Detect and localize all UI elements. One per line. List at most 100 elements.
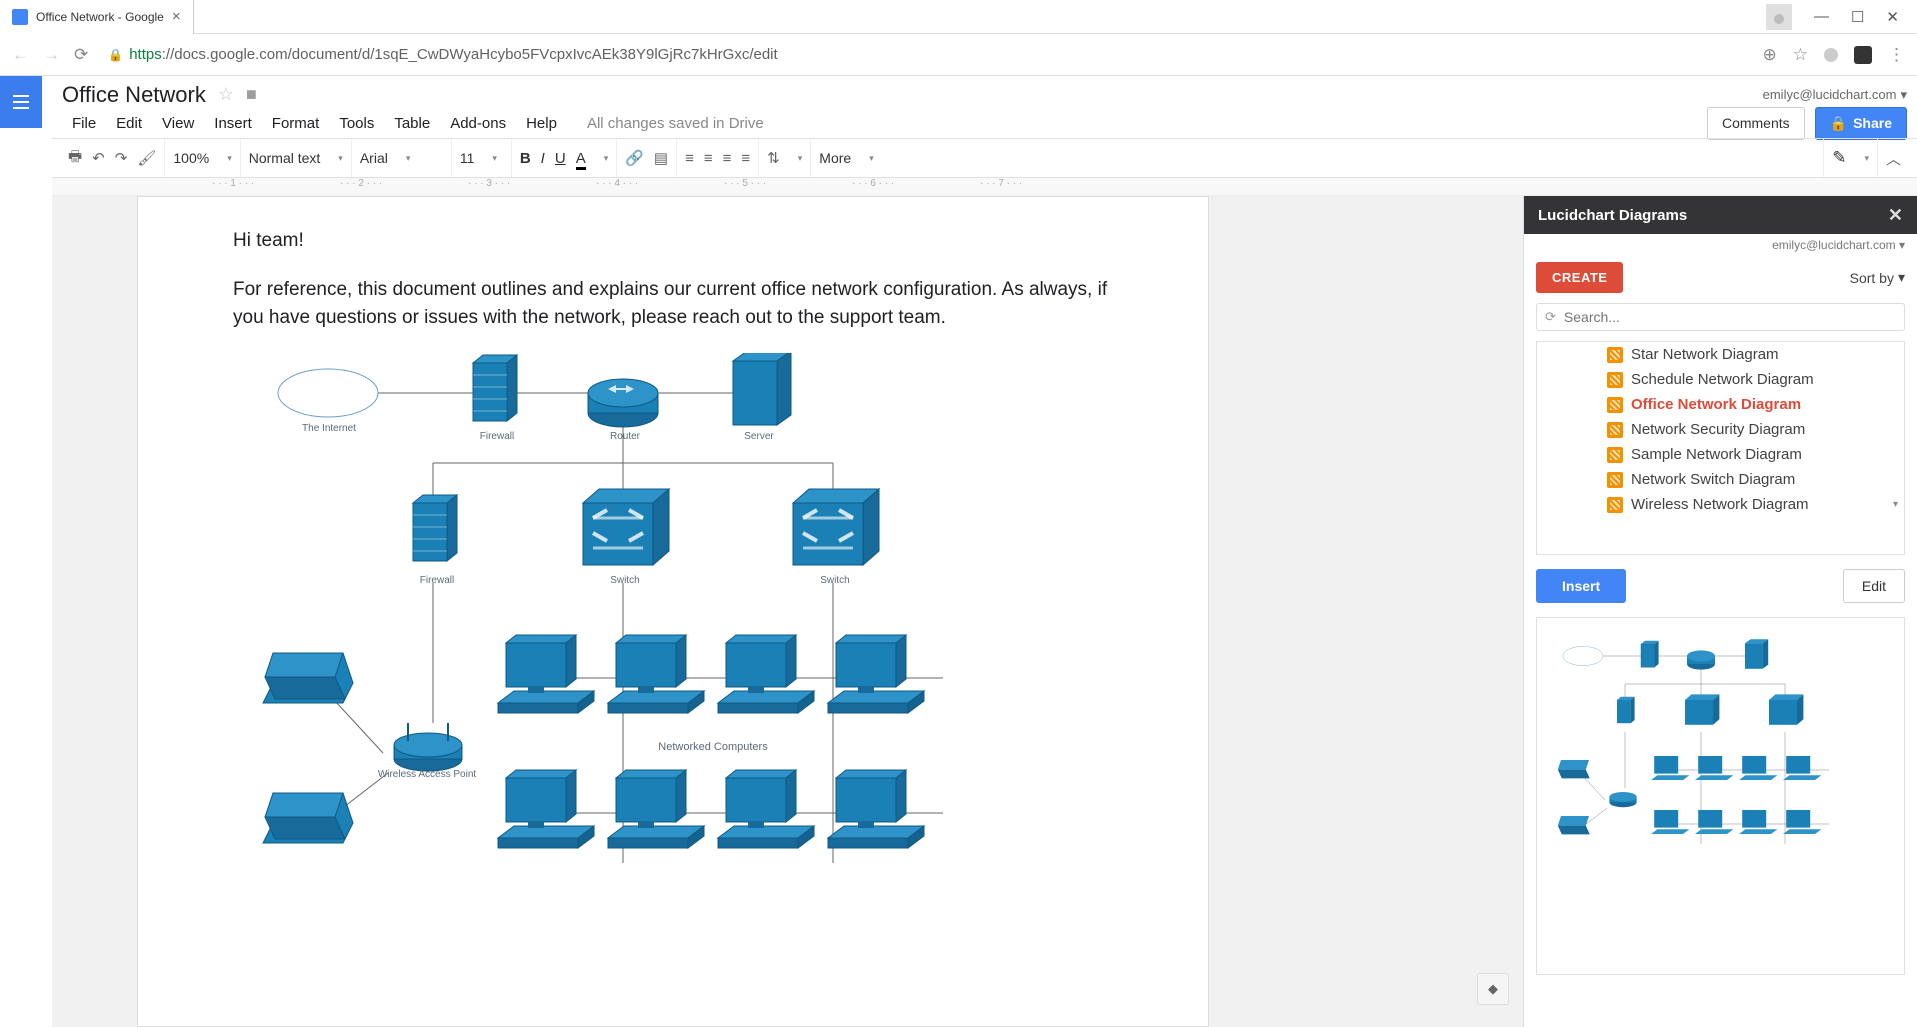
chevron-down-icon[interactable]: ▾ [604,153,609,164]
back-icon[interactable]: ← [12,45,29,65]
list-item-label: Network Switch Diagram [1631,471,1795,488]
diagram-preview [1536,617,1905,975]
list-item-label: Star Network Diagram [1631,346,1779,363]
list-item-label: Network Security Diagram [1631,421,1805,438]
share-button[interactable]: 🔒 Share [1815,107,1907,140]
chevron-down-icon[interactable]: ▾ [798,153,803,164]
chevron-down-icon[interactable]: ▾ [869,153,874,164]
font-family-select[interactable]: Arial [360,150,388,166]
docs-favicon [12,9,28,25]
reload-icon[interactable]: ⟳ [74,45,88,65]
menu-addons[interactable]: Add-ons [440,111,516,136]
share-button-label: Share [1853,115,1892,131]
menu-table[interactable]: Table [384,111,440,136]
collapse-toolbar-icon[interactable]: ︿ [1886,148,1901,169]
redo-icon[interactable]: ↷ [115,149,128,167]
diagram-list[interactable]: Star Network Diagram Schedule Network Di… [1536,341,1905,555]
edit-button[interactable]: Edit [1843,569,1905,603]
user-email[interactable]: emilyc@lucidchart.com [1763,87,1897,102]
window-controls: — ☐ ✕ [1766,4,1917,30]
align-right-icon[interactable]: ≡ [723,150,732,167]
forward-icon[interactable]: → [43,45,60,65]
wireless-access-point-icon [394,723,462,771]
menu-view[interactable]: View [152,111,204,136]
zoom-icon[interactable]: ⊕ [1763,45,1777,65]
diagram-file-icon [1607,372,1623,388]
extension-icon[interactable] [1854,46,1872,64]
save-status: All changes saved in Drive [587,115,764,132]
create-button[interactable]: CREATE [1536,262,1623,293]
explore-fab[interactable]: ◆ [1477,973,1509,1005]
close-icon[interactable]: ✕ [1888,205,1903,226]
diagram-label: Firewall [467,431,527,442]
document-title[interactable]: Office Network [62,82,206,108]
docs-logo[interactable] [0,76,42,128]
list-item-label: Wireless Network Diagram [1631,496,1809,513]
search-input[interactable] [1564,309,1896,325]
italic-button[interactable]: I [541,150,545,167]
tab-close-icon[interactable]: × [172,8,181,25]
menu-help[interactable]: Help [516,111,567,136]
underline-button[interactable]: U [555,150,566,167]
document-page[interactable]: Hi team! For reference, this document ou… [137,196,1209,1027]
menu-edit[interactable]: Edit [106,111,152,136]
list-item[interactable]: Wireless Network Diagram ▾ [1537,492,1904,517]
bold-button[interactable]: B [520,150,531,167]
comment-icon[interactable]: ▤ [654,149,668,167]
refresh-icon[interactable]: ⟳ [1545,309,1556,325]
browser-tab[interactable]: Office Network - Google × [0,0,194,34]
folder-icon[interactable]: ■ [246,84,257,105]
lock-icon: 🔒 [108,48,123,62]
paint-format-icon[interactable]: 🖌 [137,149,156,167]
insert-button[interactable]: Insert [1536,569,1626,603]
close-window-icon[interactable]: ✕ [1886,8,1899,26]
align-left-icon[interactable]: ≡ [685,150,694,167]
chevron-down-icon[interactable]: ▾ [1893,499,1898,510]
sort-by-dropdown[interactable]: Sort by▾ [1850,269,1905,286]
maximize-icon[interactable]: ☐ [1851,8,1864,26]
chevron-down-icon[interactable]: ▾ [1864,153,1869,164]
menu-bar: File Edit View Insert Format Tools Table… [52,108,1917,138]
bookmark-star-icon[interactable]: ☆ [1793,45,1808,65]
text-color-button[interactable]: A [576,150,586,167]
align-center-icon[interactable]: ≡ [704,150,713,167]
sidebar-user-email[interactable]: emilyc@lucidchart.com [1772,238,1896,252]
line-spacing-icon[interactable]: ⇅ [767,149,780,167]
switch-icon [793,489,879,565]
paragraph-style-select[interactable]: Normal text [249,150,321,166]
chevron-down-icon[interactable]: ▾ [406,153,411,164]
font-size-select[interactable]: 11 [460,150,475,166]
list-item[interactable]: Star Network Diagram [1537,342,1904,367]
list-item[interactable]: Office Network Diagram [1537,392,1904,417]
menu-insert[interactable]: Insert [204,111,262,136]
comments-button[interactable]: Comments [1707,107,1805,140]
chevron-down-icon[interactable]: ▾ [1899,238,1905,252]
more-tools-button[interactable]: More [819,150,851,166]
align-justify-icon[interactable]: ≡ [741,150,750,167]
url-text: https://docs.google.com/document/d/1sqE_… [129,46,777,63]
undo-icon[interactable]: ↶ [92,149,105,167]
ruler[interactable]: · · · 1 · · · · · · 2 · · · · · · 3 · · … [52,178,1917,196]
menu-tools[interactable]: Tools [329,111,384,136]
profile-icon[interactable] [1766,4,1792,30]
list-item[interactable]: Schedule Network Diagram [1537,367,1904,392]
list-item[interactable]: Network Switch Diagram [1537,467,1904,492]
menu-file[interactable]: File [62,111,106,136]
zoom-select[interactable]: 100% [173,150,209,166]
chevron-down-icon[interactable]: ▾ [492,153,497,164]
link-icon[interactable]: 🔗 [625,149,644,167]
print-icon[interactable]: 🖶 [68,146,82,171]
list-item[interactable]: Sample Network Diagram [1537,442,1904,467]
extension-icon[interactable] [1824,48,1838,62]
menu-format[interactable]: Format [262,111,330,136]
menu-icon[interactable]: ⋮ [1888,45,1905,65]
chevron-down-icon[interactable]: ▾ [227,153,232,164]
editing-mode-button[interactable]: ✎ [1832,148,1846,168]
chevron-down-icon[interactable]: ▾ [1900,87,1907,103]
minimize-icon[interactable]: — [1814,8,1829,25]
chevron-down-icon[interactable]: ▾ [338,153,343,164]
list-item[interactable]: Network Security Diagram [1537,417,1904,442]
star-icon[interactable]: ☆ [218,84,234,105]
chevron-down-icon: ▾ [1898,269,1905,286]
url-input[interactable]: 🔒 https://docs.google.com/document/d/1sq… [102,40,1748,70]
